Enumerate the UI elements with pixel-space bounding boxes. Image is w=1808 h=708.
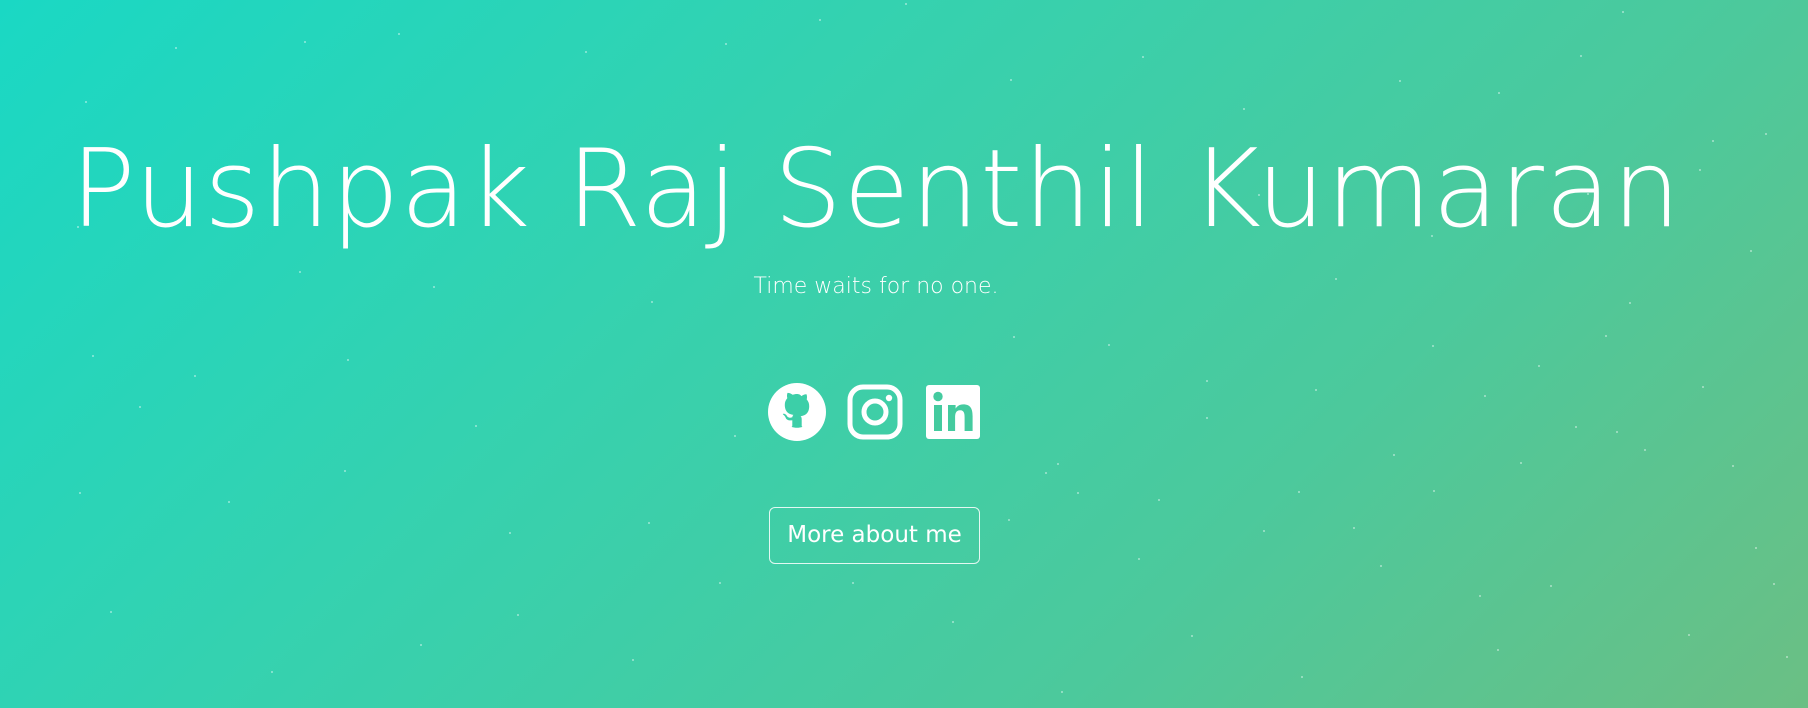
instagram-icon [847,384,903,440]
hero-content: Pushpak Raj Senthil Kumaran Time waits f… [0,0,1808,708]
social-links [768,383,982,441]
github-link[interactable] [768,383,826,441]
tagline: Time waits for no one. [753,274,999,299]
instagram-link[interactable] [846,383,904,441]
linkedin-icon [926,385,980,439]
linkedin-link[interactable] [924,383,982,441]
more-about-me-button[interactable]: More about me [769,507,980,564]
page-title: Pushpak Raj Senthil Kumaran [70,127,1682,252]
github-icon [768,383,826,441]
hero-section: Pushpak Raj Senthil Kumaran Time waits f… [0,0,1808,708]
